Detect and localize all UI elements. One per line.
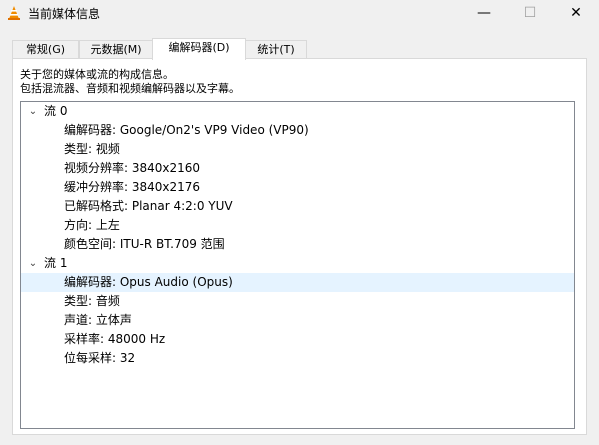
stream-label: 流 1 bbox=[44, 256, 68, 270]
tab-label: 元数据(M) bbox=[90, 43, 142, 56]
tab-metadata[interactable]: 元数据(M) bbox=[79, 40, 153, 59]
tree-stream-1[interactable]: ⌄ 流 1 bbox=[21, 254, 574, 273]
maximize-icon: ☐ bbox=[523, 5, 537, 21]
close-button[interactable]: ✕ bbox=[553, 0, 599, 26]
description-line-2: 包括混流器、音频和视频编解码器以及字幕。 bbox=[20, 82, 240, 95]
tree-item-selected[interactable]: 编解码器: Opus Audio (Opus) bbox=[21, 273, 574, 292]
tree-item[interactable]: 类型: 视频 bbox=[21, 140, 574, 159]
tree-item[interactable]: 编解码器: Google/On2's VP9 Video (VP90) bbox=[21, 121, 574, 140]
tree-item-label: 颜色空间: ITU-R BT.709 范围 bbox=[64, 237, 225, 251]
tree-stream-0[interactable]: ⌄ 流 0 bbox=[21, 102, 574, 121]
chevron-down-icon[interactable]: ⌄ bbox=[27, 254, 39, 273]
chevron-down-icon[interactable]: ⌄ bbox=[27, 102, 39, 121]
description-line-1: 关于您的媒体或流的构成信息。 bbox=[20, 68, 174, 81]
tree-item-label: 类型: 音频 bbox=[64, 294, 120, 308]
vlc-cone-icon bbox=[8, 6, 20, 20]
tab-label: 常规(G) bbox=[25, 43, 66, 56]
tree-item[interactable]: 颜色空间: ITU-R BT.709 范围 bbox=[21, 235, 574, 254]
window-title: 当前媒体信息 bbox=[28, 7, 101, 21]
codec-tree[interactable]: ⌄ 流 0 编解码器: Google/On2's VP9 Video (VP90… bbox=[20, 101, 575, 429]
tab-label: 统计(T) bbox=[257, 43, 295, 56]
tree-item[interactable]: 视频分辨率: 3840x2160 bbox=[21, 159, 574, 178]
tree-item-label: 已解码格式: Planar 4:2:0 YUV bbox=[64, 199, 233, 213]
tree-item[interactable]: 类型: 音频 bbox=[21, 292, 574, 311]
tree-item[interactable]: 位每采样: 32 bbox=[21, 349, 574, 368]
maximize-button[interactable]: ☐ bbox=[507, 0, 553, 26]
title-bar: 当前媒体信息 — ☐ ✕ bbox=[0, 0, 599, 26]
tree-item-label: 声道: 立体声 bbox=[64, 313, 132, 327]
close-icon: ✕ bbox=[570, 5, 582, 21]
tree-item[interactable]: 已解码格式: Planar 4:2:0 YUV bbox=[21, 197, 574, 216]
tree-item-label: 采样率: 48000 Hz bbox=[64, 332, 166, 346]
tree-item[interactable]: 方向: 上左 bbox=[21, 216, 574, 235]
codec-tab-panel: 关于您的媒体或流的构成信息。 包括混流器、音频和视频编解码器以及字幕。 ⌄ 流 … bbox=[12, 58, 587, 435]
tree-item-label: 视频分辨率: 3840x2160 bbox=[64, 161, 201, 175]
tab-label: 编解码器(D) bbox=[168, 41, 230, 54]
tree-item-label: 位每采样: 32 bbox=[64, 351, 136, 365]
tree-item-label: 编解码器: Google/On2's VP9 Video (VP90) bbox=[64, 123, 309, 137]
minimize-icon: — bbox=[477, 5, 491, 21]
tree-item-label: 编解码器: Opus Audio (Opus) bbox=[64, 275, 233, 289]
tab-general[interactable]: 常规(G) bbox=[12, 40, 79, 59]
tree-item[interactable]: 采样率: 48000 Hz bbox=[21, 330, 574, 349]
stream-label: 流 0 bbox=[44, 104, 68, 118]
tree-item-label: 类型: 视频 bbox=[64, 142, 120, 156]
tree-item[interactable]: 声道: 立体声 bbox=[21, 311, 574, 330]
tab-codec[interactable]: 编解码器(D) bbox=[152, 38, 246, 60]
tree-item-label: 方向: 上左 bbox=[64, 218, 120, 232]
tree-item[interactable]: 缓冲分辨率: 3840x2176 bbox=[21, 178, 574, 197]
minimize-button[interactable]: — bbox=[461, 0, 507, 26]
tree-item-label: 缓冲分辨率: 3840x2176 bbox=[64, 180, 201, 194]
tab-statistics[interactable]: 统计(T) bbox=[245, 40, 307, 59]
